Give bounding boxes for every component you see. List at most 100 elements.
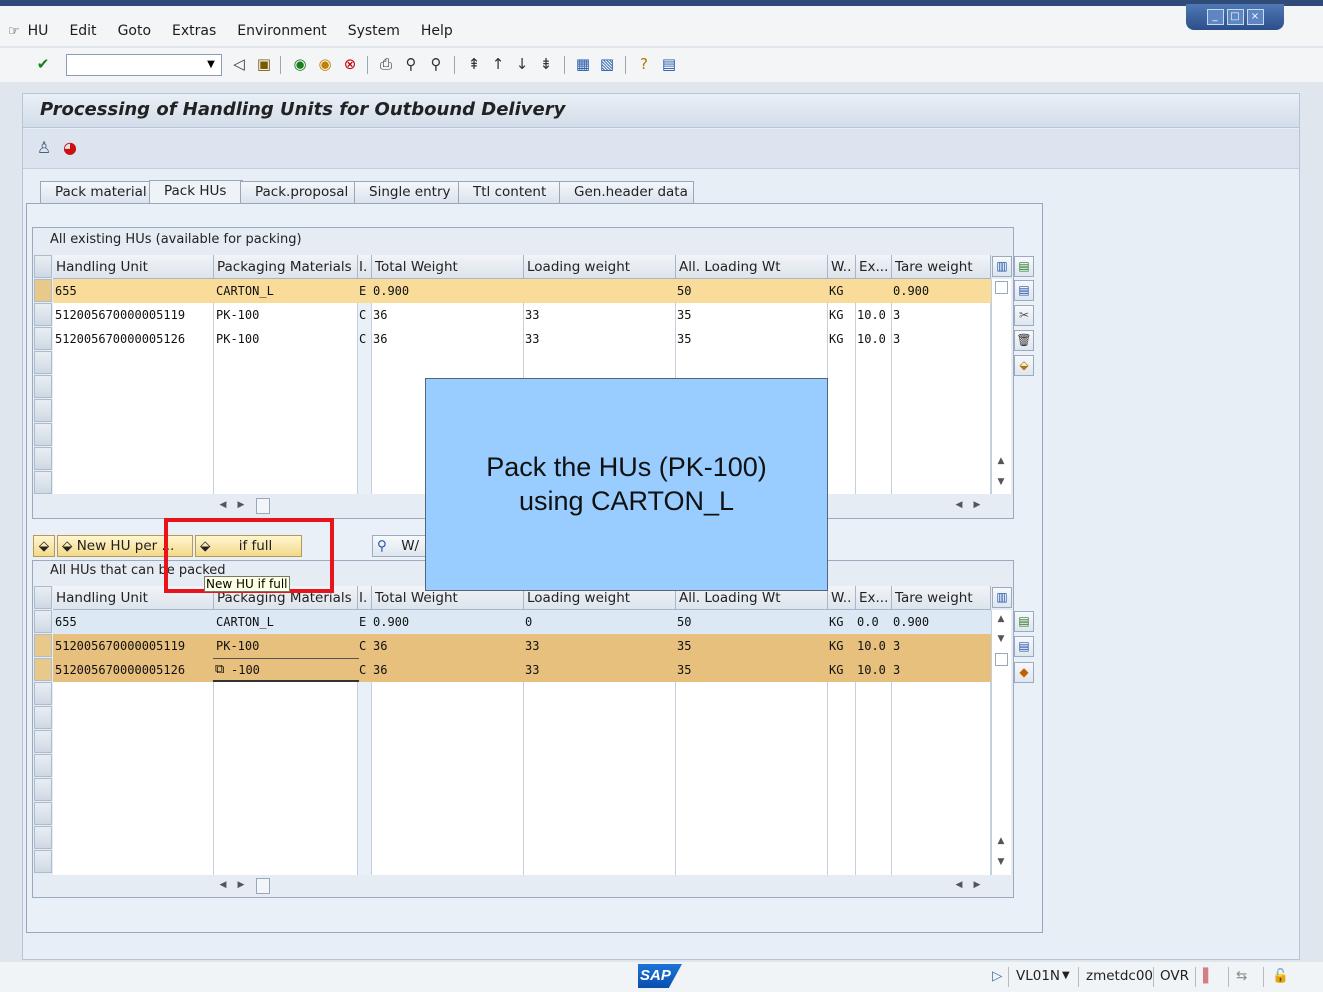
table-cell[interactable]: 512005670000005126 xyxy=(53,658,213,682)
scroll-thumb[interactable] xyxy=(256,498,270,514)
table-cell[interactable]: 0.0 xyxy=(855,610,891,634)
row-selector[interactable] xyxy=(34,327,52,350)
scroll-up-icon[interactable]: ▲ xyxy=(994,456,1008,466)
shortcut-icon[interactable]: ▧ xyxy=(598,55,616,73)
insert-mode[interactable]: OVR xyxy=(1160,968,1189,984)
menu-environment[interactable]: Environment xyxy=(237,23,326,39)
table-cell[interactable]: 512005670000005119 xyxy=(53,634,213,658)
table-cell[interactable] xyxy=(855,279,891,303)
table-cell[interactable]: 10.0 xyxy=(855,327,891,351)
scroll-right-icon[interactable]: ▶ xyxy=(970,500,984,510)
scroll-up-icon[interactable]: ▲ xyxy=(994,614,1008,624)
first-page-icon[interactable]: ⇞ xyxy=(465,55,483,73)
row-selector[interactable] xyxy=(34,754,52,777)
exit-icon[interactable]: ◉ xyxy=(316,55,334,73)
row-selector[interactable] xyxy=(34,682,52,705)
table-cell[interactable]: KG xyxy=(827,279,855,303)
table-cell[interactable]: KG xyxy=(827,634,855,658)
table-cell[interactable] xyxy=(523,279,675,303)
diamond-icon[interactable]: ◆ xyxy=(1014,662,1034,683)
checkbox[interactable] xyxy=(995,653,1008,666)
table-cell[interactable]: 0.900 xyxy=(891,610,990,634)
last-page-icon[interactable]: ⇟ xyxy=(537,55,555,73)
table-cell[interactable]: KG xyxy=(827,610,855,634)
table-cell[interactable]: 512005670000005126 xyxy=(53,327,213,351)
row-selector[interactable] xyxy=(34,850,52,873)
table-cell[interactable]: 10.0 xyxy=(855,658,891,682)
help-icon[interactable]: ? xyxy=(635,55,653,73)
row-selector[interactable] xyxy=(34,351,52,374)
scroll-right-icon[interactable]: ▶ xyxy=(234,500,248,510)
play-icon[interactable]: ▷ xyxy=(992,968,1002,984)
details-icon[interactable]: ▤ xyxy=(1014,611,1034,632)
prev-page-icon[interactable]: ↑ xyxy=(489,55,507,73)
table-cell[interactable]: 36 xyxy=(371,327,523,351)
row-selector[interactable] xyxy=(34,634,52,657)
tab-pack-hus[interactable]: Pack HUs xyxy=(149,180,243,204)
chevron-down-icon[interactable]: ▼ xyxy=(1062,970,1070,981)
table-cell[interactable]: 35 xyxy=(675,634,827,658)
row-selector[interactable] xyxy=(34,471,52,494)
row-selector[interactable] xyxy=(34,375,52,398)
table-cell[interactable]: 35 xyxy=(675,327,827,351)
row-selector[interactable] xyxy=(34,730,52,753)
table-cell[interactable]: CARTON_L xyxy=(214,279,357,303)
save-icon[interactable]: ▣ xyxy=(255,55,273,73)
checkbox[interactable] xyxy=(995,281,1008,294)
column-header-packaging-materials[interactable]: Packaging Materials xyxy=(214,255,358,279)
table-cell[interactable]: 0.900 xyxy=(371,610,523,634)
back-nav-icon[interactable]: ◉ xyxy=(291,55,309,73)
table-cell[interactable]: E xyxy=(357,279,371,303)
column-header-ex[interactable]: Ex... xyxy=(856,255,892,279)
table-cell[interactable]: 10.0 xyxy=(855,303,891,327)
person-icon[interactable]: ♙ xyxy=(34,138,54,158)
tab-gen-header-data[interactable]: Gen.header data xyxy=(559,181,694,203)
table-cell[interactable]: 3 xyxy=(891,303,990,327)
menu-system[interactable]: System xyxy=(348,23,400,39)
table-cell[interactable]: PK-100 xyxy=(214,634,357,658)
table-cell[interactable]: PK-100 xyxy=(214,303,357,327)
row-selector[interactable] xyxy=(34,279,52,302)
table-cell[interactable]: C xyxy=(357,634,371,658)
tab-ttl-content[interactable]: Ttl content xyxy=(458,181,561,203)
new-session-icon[interactable]: ▦ xyxy=(574,55,592,73)
menu-extras[interactable]: Extras xyxy=(172,23,216,39)
details-icon[interactable]: ▤ xyxy=(1014,256,1034,277)
column-header-all-loading-wt[interactable]: All. Loading Wt xyxy=(676,255,828,279)
cancel-icon[interactable]: ⊗ xyxy=(341,55,359,73)
horizontal-scrollbar[interactable] xyxy=(214,875,991,895)
column-header-w[interactable]: W.. xyxy=(828,255,856,279)
table-cell[interactable]: 0 xyxy=(523,610,675,634)
scroll-left-icon[interactable]: ◀ xyxy=(216,500,230,510)
scroll-down-icon[interactable]: ▼ xyxy=(994,477,1008,487)
column-header-total-weight[interactable]: Total Weight xyxy=(372,255,524,279)
layout-icon[interactable]: ▥ xyxy=(992,256,1012,277)
enter-icon[interactable]: ✔ xyxy=(34,55,52,73)
scroll-down-icon[interactable]: ▼ xyxy=(994,857,1008,867)
document-icon[interactable]: ▤ xyxy=(1014,636,1034,657)
table-cell[interactable]: 36 xyxy=(371,658,523,682)
find-icon[interactable]: ⚲ xyxy=(402,55,420,73)
scroll-up-icon[interactable]: ▲ xyxy=(994,836,1008,846)
find-next-icon[interactable]: ⚲ xyxy=(427,55,445,73)
table-cell[interactable]: 3 xyxy=(891,634,990,658)
table-cell[interactable]: 0.900 xyxy=(891,279,990,303)
column-header-i[interactable]: I. xyxy=(358,586,372,610)
maximize-button[interactable]: □ xyxy=(1226,9,1244,25)
table-cell[interactable]: 0.900 xyxy=(371,279,523,303)
table-cell[interactable]: 3 xyxy=(891,658,990,682)
table-cell[interactable]: 50 xyxy=(675,610,827,634)
column-header-w[interactable]: W.. xyxy=(828,586,856,610)
scroll-right-icon[interactable]: ▶ xyxy=(234,880,248,890)
tab-pack-proposal[interactable]: Pack.proposal xyxy=(240,181,357,203)
table-cell[interactable]: 655 xyxy=(53,279,213,303)
menu-goto[interactable]: Goto xyxy=(118,23,151,39)
row-selector[interactable] xyxy=(34,658,52,681)
column-header-tare-weight[interactable]: Tare weight xyxy=(892,586,991,610)
menu-edit[interactable]: Edit xyxy=(69,23,96,39)
column-header-loading-weight[interactable]: Loading weight xyxy=(524,255,676,279)
column-header-ex[interactable]: Ex... xyxy=(856,586,892,610)
table-cell[interactable]: C xyxy=(357,327,371,351)
layout-icon[interactable]: ▥ xyxy=(992,587,1012,608)
column-header-tare-weight[interactable]: Tare weight xyxy=(892,255,991,279)
